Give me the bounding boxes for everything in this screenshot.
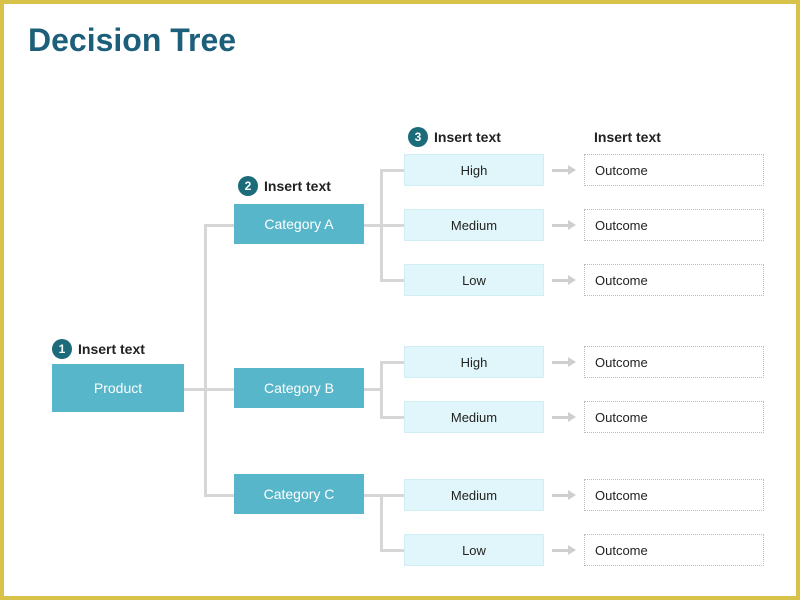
level-3-badge: 3 Insert text [408, 127, 501, 147]
leaf-high-a: High [404, 154, 544, 186]
arrow-icon [552, 412, 576, 422]
outcome-3: Outcome [584, 346, 764, 378]
level-1-number: 1 [52, 339, 72, 359]
category-b-node: Category B [234, 368, 364, 408]
category-c-node: Category C [234, 474, 364, 514]
arrow-icon [552, 275, 576, 285]
outcome-header: Insert text [594, 129, 661, 145]
arrow-icon [552, 165, 576, 175]
level-1-badge: 1 Insert text [52, 339, 145, 359]
level-3-label: Insert text [434, 129, 501, 145]
level-2-badge: 2 Insert text [238, 176, 331, 196]
leaf-medium-a: Medium [404, 209, 544, 241]
arrow-icon [552, 545, 576, 555]
root-node: Product [52, 364, 184, 412]
leaf-medium-c: Medium [404, 479, 544, 511]
level-2-number: 2 [238, 176, 258, 196]
leaf-low-c: Low [404, 534, 544, 566]
leaf-low-a: Low [404, 264, 544, 296]
outcome-0: Outcome [584, 154, 764, 186]
level-2-label: Insert text [264, 178, 331, 194]
outcome-5: Outcome [584, 479, 764, 511]
level-3-number: 3 [408, 127, 428, 147]
diagram-canvas: 1 Insert text 2 Insert text 3 Insert tex… [4, 4, 800, 604]
arrow-icon [552, 357, 576, 367]
outcome-1: Outcome [584, 209, 764, 241]
outcome-4: Outcome [584, 401, 764, 433]
leaf-medium-b: Medium [404, 401, 544, 433]
level-1-label: Insert text [78, 341, 145, 357]
outcome-6: Outcome [584, 534, 764, 566]
category-a-node: Category A [234, 204, 364, 244]
arrow-icon [552, 220, 576, 230]
outcome-2: Outcome [584, 264, 764, 296]
arrow-icon [552, 490, 576, 500]
leaf-high-b: High [404, 346, 544, 378]
